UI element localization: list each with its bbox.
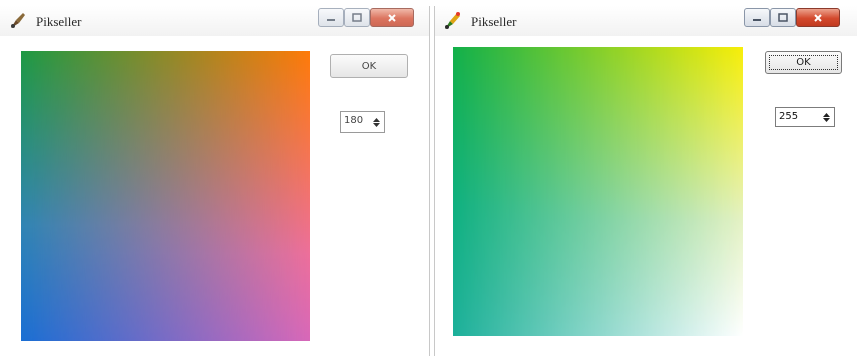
minimize-button[interactable] — [318, 8, 344, 27]
color-gradient-canvas[interactable] — [453, 47, 743, 336]
maximize-button[interactable] — [344, 8, 370, 27]
maximize-icon — [352, 13, 362, 22]
close-icon — [814, 13, 822, 22]
title-bar[interactable]: Pikseller — [0, 6, 429, 36]
spinner-arrows[interactable] — [371, 114, 382, 130]
pikseller-window-1: Pikseller OK 180 — [0, 6, 430, 356]
close-button[interactable] — [370, 8, 414, 27]
color-gradient-canvas[interactable] — [21, 51, 310, 341]
close-icon — [388, 13, 396, 22]
maximize-icon — [778, 13, 788, 22]
ok-button[interactable]: OK — [330, 54, 408, 78]
spin-down-icon[interactable] — [373, 122, 380, 127]
minimize-icon — [327, 18, 335, 21]
ok-button[interactable]: OK — [765, 51, 842, 74]
spin-up-icon[interactable] — [823, 112, 830, 117]
value-spinner[interactable]: 255 — [775, 107, 835, 127]
close-button[interactable] — [796, 8, 840, 27]
focus-rect — [769, 55, 838, 70]
spinner-value[interactable]: 180 — [344, 115, 363, 126]
minimize-button[interactable] — [744, 8, 770, 27]
spin-up-icon[interactable] — [373, 117, 380, 122]
value-spinner[interactable]: 180 — [340, 111, 385, 133]
spin-down-icon[interactable] — [823, 117, 830, 122]
title-bar[interactable]: Pikseller — [435, 6, 857, 36]
maximize-button[interactable] — [770, 8, 796, 27]
spinner-arrows[interactable] — [821, 110, 832, 124]
window-title: Pikseller — [36, 14, 82, 29]
paint-app-icon — [8, 11, 28, 31]
focus-rect — [334, 58, 404, 74]
gradient-overlay — [21, 51, 310, 341]
paint-app-icon — [443, 11, 463, 31]
minimize-icon — [753, 18, 761, 21]
spinner-value[interactable]: 255 — [779, 111, 798, 122]
window-title: Pikseller — [471, 14, 517, 29]
gradient-overlay — [453, 47, 743, 336]
pikseller-window-2: Pikseller OK 255 — [434, 6, 857, 356]
